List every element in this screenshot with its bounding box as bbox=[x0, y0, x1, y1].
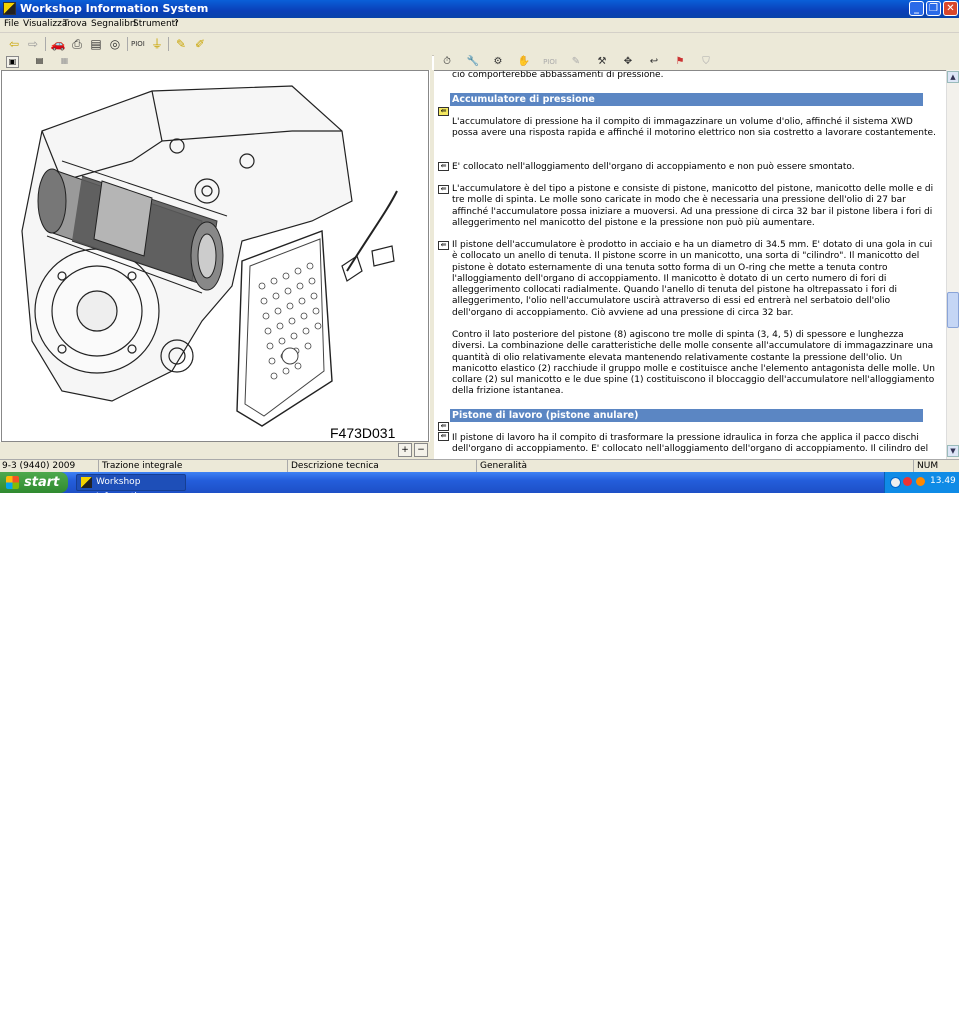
flag-icon[interactable]: ⚑ bbox=[671, 55, 689, 69]
transmission-illustration bbox=[21, 85, 398, 427]
move-icon[interactable]: ✥ bbox=[619, 55, 637, 69]
shirt-icon[interactable]: ⛉ bbox=[697, 55, 715, 69]
application-window: Workshop Information System _ ❐ ✕ File V… bbox=[0, 0, 959, 502]
paragraph: L'accumulatore di pressione ha il compit… bbox=[452, 117, 936, 139]
paragraph: L'accumulatore è del tipo a pistone e co… bbox=[452, 184, 934, 228]
title-bar[interactable]: Workshop Information System _ ❐ ✕ bbox=[0, 0, 959, 18]
section-heading-accumulatore: Accumulatore di pressione bbox=[450, 93, 923, 106]
status-divider bbox=[913, 460, 914, 472]
app-icon bbox=[3, 2, 16, 15]
menu-visualizza[interactable]: Visualizza bbox=[23, 19, 67, 29]
link-arrow-icon[interactable]: ⇚ bbox=[438, 241, 449, 250]
start-button[interactable]: start bbox=[0, 472, 68, 493]
status-section: Generalità bbox=[480, 461, 528, 471]
clock: 13.49 bbox=[930, 476, 956, 486]
window-title: Workshop Information System bbox=[20, 2, 209, 15]
wrench-icon[interactable]: 🔧 bbox=[464, 55, 482, 69]
back-arrow-icon[interactable]: ⇦ bbox=[6, 36, 22, 52]
status-model: 9-3 (9440) 2009 bbox=[2, 461, 76, 471]
status-doc-type: Descrizione tecnica bbox=[291, 461, 379, 471]
pencil-icon[interactable]: ✎ bbox=[173, 36, 189, 52]
zoom-in-icon[interactable]: + bbox=[398, 443, 412, 457]
top-fragment-text: ciò comporterebbe abbassamenti di pressi… bbox=[452, 70, 664, 80]
close-button[interactable]: ✕ bbox=[943, 1, 958, 16]
document-icon[interactable]: ▤ bbox=[88, 36, 104, 52]
status-divider bbox=[476, 460, 477, 472]
section-heading-pistone: Pistone di lavoro (pistone anulare) bbox=[450, 409, 923, 422]
menu-trova[interactable]: Trova bbox=[63, 19, 87, 29]
print-icon[interactable]: ⎙ bbox=[69, 36, 85, 52]
scroll-thumb[interactable] bbox=[947, 292, 959, 328]
link-arrow-icon[interactable]: ⇚ bbox=[438, 162, 449, 171]
binoculars-icon[interactable]: ◎ bbox=[107, 36, 123, 52]
document-pane: ciò comporterebbe abbassamenti di pressi… bbox=[434, 70, 946, 459]
car-icon[interactable]: 🚗 bbox=[50, 36, 66, 52]
list-view-icon[interactable]: ▤ bbox=[33, 56, 46, 68]
taskbar: start Workshop Informatio... 13.49 bbox=[0, 472, 959, 502]
menu-strumenti[interactable]: Strumenti bbox=[133, 19, 178, 29]
vertical-scrollbar[interactable]: ▲ ▼ bbox=[946, 70, 959, 459]
zoom-out-icon[interactable]: − bbox=[414, 443, 428, 457]
menu-help[interactable]: ? bbox=[174, 19, 179, 29]
status-system: Trazione integrale bbox=[102, 461, 183, 471]
update-icon[interactable] bbox=[916, 477, 925, 486]
pi-button[interactable]: PIOI bbox=[131, 36, 145, 52]
gears-icon[interactable]: ⚙ bbox=[489, 55, 507, 69]
paragraph: Il pistone dell'accumulatore è prodotto … bbox=[452, 240, 933, 318]
right-subtoolbar: ⏱ 🔧 ⚙ ✋ PIOI ✎ ⚒ ✥ ↩ ⚑ ⛉ bbox=[434, 55, 959, 70]
menu-bar: File Visualizza Trova Segnalibri Strumen… bbox=[0, 18, 959, 33]
paragraph: Il pistone di lavoro ha il compito di tr… bbox=[452, 433, 929, 455]
start-label: start bbox=[24, 475, 60, 490]
windows-logo-icon bbox=[6, 476, 19, 489]
scroll-down-icon[interactable]: ▼ bbox=[947, 445, 959, 457]
paragraph: Contro il lato posteriore del pistone (8… bbox=[452, 330, 935, 397]
return-icon[interactable]: ↩ bbox=[645, 55, 663, 69]
figure-label: F473D031 bbox=[330, 425, 396, 441]
tree-view-icon[interactable]: ▣ bbox=[6, 56, 19, 68]
clock-icon[interactable]: ⏱ bbox=[438, 55, 456, 69]
maximize-button[interactable]: ❐ bbox=[926, 1, 941, 16]
note-icon[interactable]: ✐ bbox=[192, 36, 208, 52]
toolbar-separator bbox=[168, 37, 169, 51]
status-num: NUM bbox=[917, 461, 939, 471]
left-subtoolbar: ▣ ▤ ▦ bbox=[0, 55, 432, 70]
link-arrow-icon[interactable]: ⇚ bbox=[438, 185, 449, 194]
security-icon[interactable] bbox=[903, 477, 912, 486]
menu-file[interactable]: File bbox=[4, 19, 19, 29]
paragraph: E' collocato nell'alloggiamento dell'org… bbox=[452, 162, 855, 172]
toolbar-separator bbox=[45, 37, 46, 51]
zoom-bar: + − bbox=[0, 442, 432, 459]
link-arrow-icon[interactable]: ⇚ bbox=[438, 432, 449, 441]
image-view-icon[interactable]: ▦ bbox=[58, 56, 71, 68]
illustration-pane: F473D031 bbox=[1, 70, 429, 442]
app-icon bbox=[81, 477, 92, 488]
main-toolbar: ⇦ ⇨ 🚗 ⎙ ▤ ◎ PIOI ⏚ ✎ ✐ bbox=[0, 33, 959, 56]
hand-icon[interactable]: ✋ bbox=[515, 55, 533, 69]
status-divider bbox=[287, 460, 288, 472]
taskbar-item-label: Workshop Informatio... bbox=[96, 477, 151, 502]
status-divider bbox=[98, 460, 99, 472]
tools-icon[interactable]: ⚒ bbox=[593, 55, 611, 69]
toolbar-separator bbox=[127, 37, 128, 51]
forward-arrow-icon[interactable]: ⇨ bbox=[25, 36, 41, 52]
pi-disabled-button[interactable]: PIOI bbox=[541, 55, 559, 69]
minimize-button[interactable]: _ bbox=[909, 1, 924, 16]
menu-segnalibri[interactable]: Segnalibri bbox=[91, 19, 136, 29]
taskbar-item-workshop[interactable]: Workshop Informatio... bbox=[76, 474, 186, 502]
link-arrow-icon[interactable]: ⇚ bbox=[438, 107, 449, 116]
pen-icon[interactable]: ✎ bbox=[567, 55, 585, 69]
system-tray: 13.49 bbox=[884, 472, 959, 493]
status-bar: 9-3 (9440) 2009 Trazione integrale Descr… bbox=[0, 459, 959, 473]
link-arrow-icon[interactable]: ⇚ bbox=[438, 422, 449, 431]
network-icon[interactable] bbox=[890, 477, 901, 488]
funnel-icon[interactable]: ⏚ bbox=[149, 36, 165, 52]
scroll-up-icon[interactable]: ▲ bbox=[947, 71, 959, 83]
